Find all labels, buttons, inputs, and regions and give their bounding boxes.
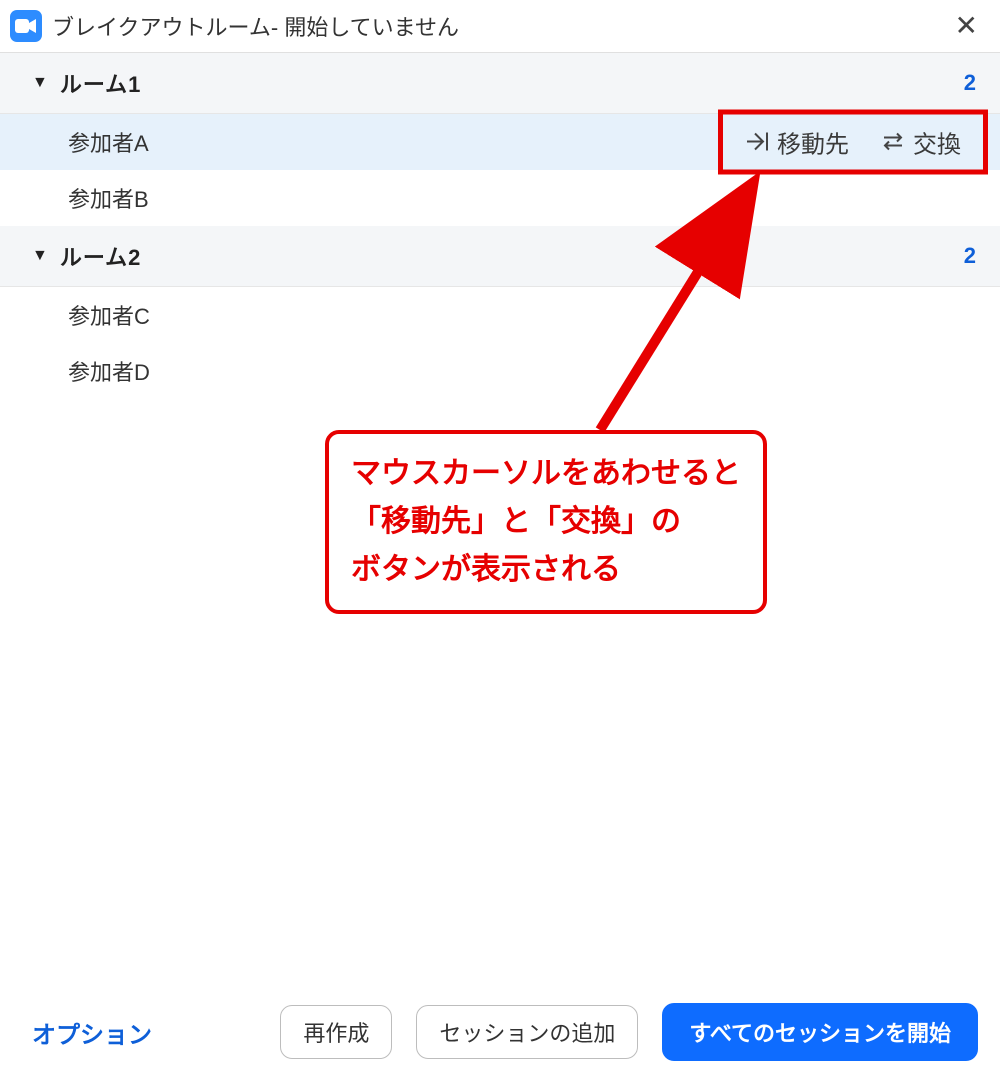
- participant-name: 参加者B: [68, 182, 976, 214]
- participant-name: 参加者C: [68, 299, 976, 331]
- add-session-button[interactable]: セッションの追加: [416, 1005, 638, 1059]
- participant-row[interactable]: 参加者B: [0, 170, 1000, 226]
- chevron-down-icon: ▼: [32, 247, 48, 265]
- annotation-callout: マウスカーソルをあわせると 「移動先」と「交換」の ボタンが表示される: [325, 430, 767, 614]
- options-link[interactable]: オプション: [32, 1015, 152, 1050]
- room-name: ルーム1: [60, 67, 964, 99]
- exchange-label: 交換: [913, 124, 961, 159]
- room-header[interactable]: ▼ ルーム1 2: [0, 53, 1000, 114]
- annotation-line: ボタンが表示される: [351, 546, 741, 594]
- window-title: ブレイクアウトルーム- 開始していません: [52, 10, 949, 42]
- participant-row[interactable]: 参加者C: [0, 287, 1000, 343]
- annotation-line: マウスカーソルをあわせると: [351, 450, 741, 498]
- start-all-sessions-button[interactable]: すべてのセッションを開始: [662, 1003, 978, 1061]
- room-name: ルーム2: [60, 240, 964, 272]
- room-count: 2: [964, 243, 976, 269]
- room-header[interactable]: ▼ ルーム2 2: [0, 226, 1000, 287]
- annotation-line: 「移動先」と「交換」の: [351, 498, 741, 546]
- exchange-icon: [881, 131, 905, 153]
- zoom-app-icon: [10, 10, 42, 42]
- titlebar: ブレイクアウトルーム- 開始していません ✕: [0, 0, 1000, 53]
- room-count: 2: [964, 70, 976, 96]
- participant-row[interactable]: 参加者A 移動先 交換: [0, 114, 1000, 170]
- footer: オプション 再作成 セッションの追加 すべてのセッションを開始: [0, 985, 1000, 1083]
- chevron-down-icon: ▼: [32, 74, 48, 92]
- close-icon[interactable]: ✕: [949, 12, 984, 40]
- move-to-icon: [745, 131, 769, 153]
- participant-row[interactable]: 参加者D: [0, 343, 1000, 399]
- rooms-list: ▼ ルーム1 2 参加者A 移動先 交換 参加者B: [0, 53, 1000, 399]
- participant-name: 参加者D: [68, 355, 976, 387]
- exchange-button[interactable]: 交換: [881, 124, 961, 159]
- move-to-label: 移動先: [777, 124, 849, 159]
- recreate-button[interactable]: 再作成: [280, 1005, 392, 1059]
- hover-actions-highlight: 移動先 交換: [718, 109, 988, 174]
- move-to-button[interactable]: 移動先: [745, 124, 849, 159]
